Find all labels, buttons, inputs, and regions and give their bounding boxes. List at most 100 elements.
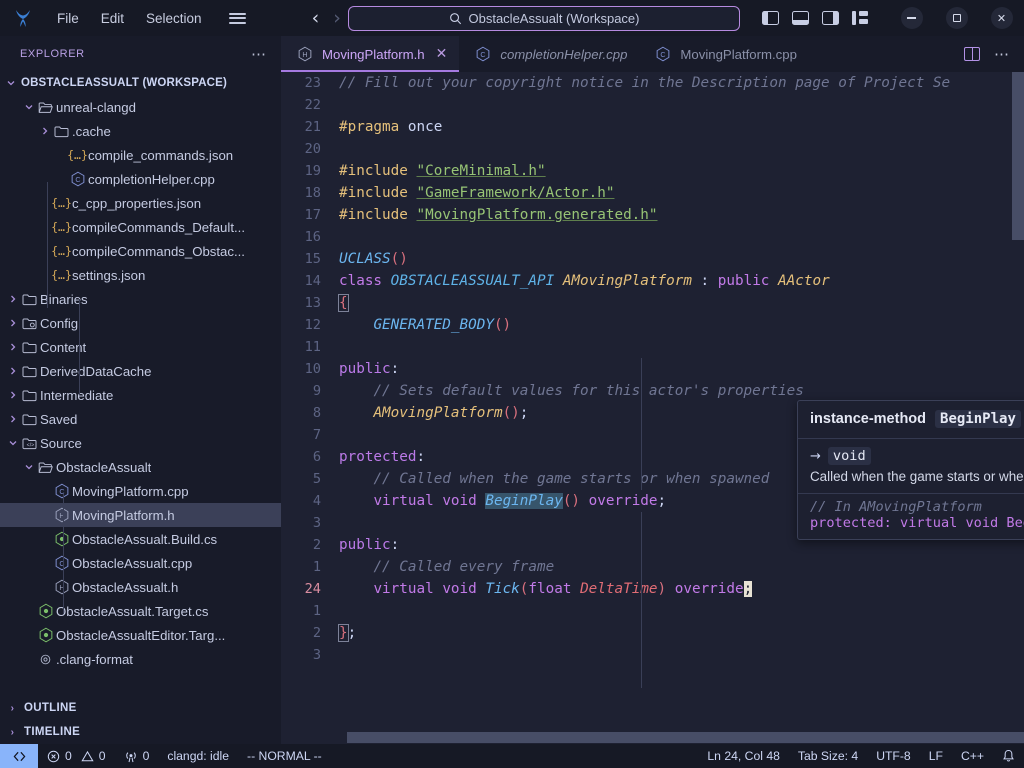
menu-edit[interactable]: Edit xyxy=(90,7,135,30)
code-line[interactable]: 14 class OBSTACLEASSUALT_API AMovingPlatf… xyxy=(281,270,1024,292)
code-line[interactable]: 10 public: xyxy=(281,358,1024,380)
file-tree-item[interactable]: Content xyxy=(0,335,281,359)
file-tree-item[interactable]: {…} settings.json xyxy=(0,263,281,287)
line-number: 3 xyxy=(312,515,321,531)
chevron-down-icon[interactable] xyxy=(22,102,35,112)
file-tree-item[interactable]: C ObstacleAssualt.cpp xyxy=(0,551,281,575)
file-tree-item[interactable]: Binaries xyxy=(0,287,281,311)
horizontal-scrollbar[interactable] xyxy=(347,732,1024,743)
file-tree-item[interactable]: {…} compileCommands_Obstac... xyxy=(0,239,281,263)
code-line[interactable]: 18 #include "GameFramework/Actor.h" xyxy=(281,182,1024,204)
code-line[interactable]: 15 UCLASS() xyxy=(281,248,1024,270)
outline-panel-header[interactable]: › OUTLINE xyxy=(0,696,281,720)
tab-size-status[interactable]: Tab Size: 4 xyxy=(789,744,867,768)
chevron-right-icon[interactable] xyxy=(38,126,51,136)
file-tree-item[interactable]: ObstacleAssualt xyxy=(0,455,281,479)
code-line[interactable]: 24 virtual void Tick(float DeltaTime) ov… xyxy=(281,578,1024,600)
code-line[interactable]: 19 #include "CoreMinimal.h" xyxy=(281,160,1024,182)
chevron-right-icon[interactable] xyxy=(6,294,19,304)
file-tree-item[interactable]: </> Source xyxy=(0,431,281,455)
chevron-down-icon[interactable] xyxy=(6,438,19,448)
code-line[interactable]: 1 // Called every frame xyxy=(281,556,1024,578)
ellipsis-icon[interactable]: ⋯ xyxy=(994,45,1010,63)
file-tree-item[interactable]: H ObstacleAssualt.h xyxy=(0,575,281,599)
customize-layout-icon[interactable] xyxy=(852,11,869,25)
file-tree-item[interactable]: {…} compile_commands.json xyxy=(0,143,281,167)
code-line[interactable]: 13 { xyxy=(281,292,1024,314)
menu-selection[interactable]: Selection xyxy=(135,7,213,30)
code-line[interactable]: 16 xyxy=(281,226,1024,248)
editor-tabs[interactable]: H MovingPlatform.h ✕ CcompletionHelper.cpp C… xyxy=(281,36,1024,72)
editor-tab[interactable]: C MovingPlatform.cpp xyxy=(639,36,809,72)
file-tree-item[interactable]: ObstacleAssualtEditor.Targ... xyxy=(0,623,281,647)
command-center[interactable]: ObstacleAssualt (Workspace) xyxy=(348,6,740,31)
toggle-panel-icon[interactable] xyxy=(792,11,809,25)
chevron-right-icon[interactable] xyxy=(6,342,19,352)
ports-status[interactable]: 0 xyxy=(115,744,159,768)
code-line[interactable]: 2}; xyxy=(281,622,1024,644)
code-line[interactable]: 9 // Sets default values for this actor'… xyxy=(281,380,1024,402)
encoding-status[interactable]: UTF-8 xyxy=(867,744,920,768)
maximize-icon[interactable] xyxy=(934,0,979,36)
editor-tab[interactable]: CcompletionHelper.cpp xyxy=(459,36,639,72)
workspace-root-row[interactable]: OBSTACLEASSUALT (WORKSPACE) xyxy=(0,72,281,94)
close-icon[interactable]: ✕ xyxy=(979,0,1024,36)
file-tree-item[interactable]: Config xyxy=(0,311,281,335)
file-tree[interactable]: unreal-clangd .cache {…} compile_commands.j… xyxy=(0,94,281,696)
bell-icon[interactable] xyxy=(993,744,1024,768)
file-tree-item-selected[interactable]: H MovingPlatform.h xyxy=(0,503,281,527)
chevron-right-icon[interactable] xyxy=(6,390,19,400)
code-line[interactable]: 17 #include "MovingPlatform.generated.h" xyxy=(281,204,1024,226)
file-tree-item[interactable]: Saved xyxy=(0,407,281,431)
hover-header: instance-method BeginPlay xyxy=(798,401,1024,439)
close-icon[interactable]: ✕ xyxy=(436,46,448,62)
minimize-icon[interactable] xyxy=(889,0,934,36)
file-tree-item[interactable]: .cache xyxy=(0,119,281,143)
file-tree-item[interactable]: CcompletionHelper.cpp xyxy=(0,167,281,191)
split-editor-icon[interactable] xyxy=(964,47,980,61)
ellipsis-icon[interactable]: ⋯ xyxy=(251,45,267,63)
code-line[interactable]: 20 xyxy=(281,138,1024,160)
cpp-icon: C xyxy=(51,483,72,499)
code-line[interactable]: 23 // Fill out your copyright notice in t… xyxy=(281,72,1024,94)
editor-tab[interactable]: H MovingPlatform.h ✕ xyxy=(281,36,460,72)
header-icon: H xyxy=(294,46,315,62)
chevron-right-icon: › xyxy=(10,702,15,714)
timeline-panel-header[interactable]: › TIMELINE xyxy=(0,720,281,744)
file-tree-item[interactable]: unreal-clangd xyxy=(0,95,281,119)
file-tree-item[interactable]: .clang-format xyxy=(0,647,281,671)
remote-window-icon[interactable] xyxy=(0,744,38,768)
hamburger-menu-icon[interactable] xyxy=(219,5,256,31)
file-tree-item[interactable]: {…} compileCommands_Default... xyxy=(0,215,281,239)
menu-file[interactable]: File xyxy=(46,7,90,30)
code-line[interactable]: 11 xyxy=(281,336,1024,358)
code-line[interactable]: 22 xyxy=(281,94,1024,116)
toggle-primary-sidebar-icon[interactable] xyxy=(762,11,779,25)
code-line[interactable]: 1 xyxy=(281,600,1024,622)
vertical-scrollbar[interactable] xyxy=(1012,72,1024,240)
file-tree-item[interactable]: Intermediate xyxy=(0,383,281,407)
chevron-right-icon[interactable] xyxy=(6,318,19,328)
chevron-right-icon[interactable]: › xyxy=(333,8,341,28)
code-line[interactable]: 12 GENERATED_BODY() xyxy=(281,314,1024,336)
chevron-down-icon[interactable] xyxy=(22,462,35,472)
language-mode-status[interactable]: C++ xyxy=(952,744,993,768)
eol-status[interactable]: LF xyxy=(920,744,952,768)
chevron-right-icon[interactable] xyxy=(6,414,19,424)
file-tree-item-label: Config xyxy=(40,315,79,331)
problems-status[interactable]: 0 0 xyxy=(38,744,115,768)
code-editor[interactable]: 23// Fill out your copyright notice in t… xyxy=(281,72,1024,744)
code-line[interactable]: 21 #pragma once xyxy=(281,116,1024,138)
chevron-right-icon[interactable] xyxy=(6,366,19,376)
cursor-position-status[interactable]: Ln 24, Col 48 xyxy=(698,744,789,768)
explorer-sidebar: EXPLORER ⋯ OBSTACLEASSUALT (WORKSPACE) u… xyxy=(0,36,281,744)
file-tree-item[interactable]: C MovingPlatform.cpp xyxy=(0,479,281,503)
clangd-status[interactable]: clangd: idle xyxy=(158,744,238,768)
file-tree-item[interactable]: DerivedDataCache xyxy=(0,359,281,383)
chevron-left-icon[interactable]: ‹ xyxy=(312,8,320,28)
toggle-secondary-sidebar-icon[interactable] xyxy=(822,11,839,25)
code-line[interactable]: 3 xyxy=(281,644,1024,666)
file-tree-item[interactable]: ObstacleAssualt.Build.cs xyxy=(0,527,281,551)
file-tree-item[interactable]: ObstacleAssualt.Target.cs xyxy=(0,599,281,623)
file-tree-item[interactable]: {…} c_cpp_properties.json xyxy=(0,191,281,215)
